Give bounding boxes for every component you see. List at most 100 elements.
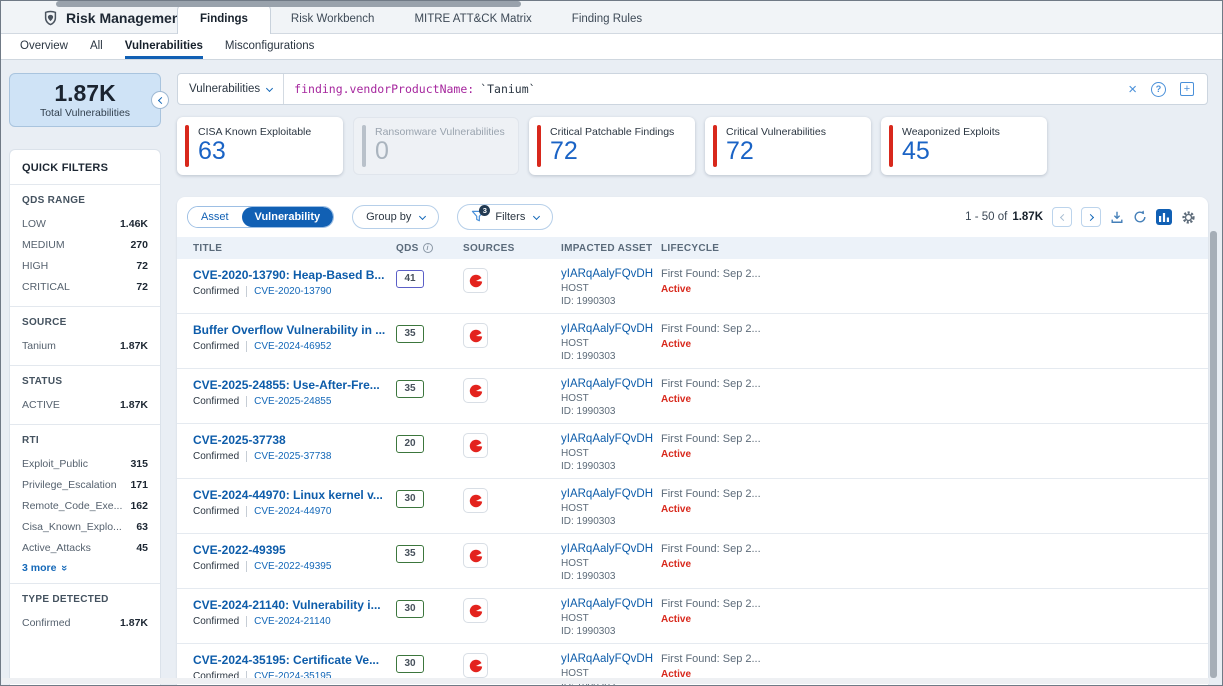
tanium-source-icon[interactable] — [463, 543, 488, 568]
column-header-title[interactable]: TITLE — [193, 243, 396, 254]
finding-title-link[interactable]: CVE-2020-13790: Heap-Based B... — [193, 268, 396, 282]
filter-item[interactable]: HIGH 72 — [22, 255, 148, 276]
cve-link[interactable]: CVE-2022-49395 — [254, 561, 331, 572]
tanium-source-icon[interactable] — [463, 268, 488, 293]
filter-item-label: Remote_Code_Exe... — [22, 500, 122, 512]
main-tab[interactable]: Findings — [177, 4, 271, 34]
table-row[interactable]: CVE-2020-13790: Heap-Based B... Confirme… — [177, 259, 1208, 314]
finding-title-link[interactable]: CVE-2024-21140: Vulnerability i... — [193, 598, 396, 612]
lifecycle-status-badge: Active — [661, 559, 1208, 570]
impacted-asset-link[interactable]: yIARqAalyFQvDH — [561, 378, 661, 390]
filter-item[interactable]: Cisa_Known_Explo... 63 — [22, 516, 148, 537]
column-header-lifecycle[interactable]: LIFECYCLE — [661, 243, 1208, 254]
impacted-asset-link[interactable]: yIARqAalyFQvDH — [561, 598, 661, 610]
filter-item[interactable]: ACTIVE 1.87K — [22, 394, 148, 415]
main-tab[interactable]: MITRE ATT&CK Matrix — [394, 5, 551, 33]
qds-info-icon[interactable]: i — [423, 243, 433, 253]
cve-link[interactable]: CVE-2024-46952 — [254, 341, 331, 352]
column-header-impacted-asset[interactable]: IMPACTED ASSET — [561, 243, 661, 254]
asset-type: HOST — [561, 668, 661, 679]
stat-card[interactable]: Weaponized Exploits 45 — [881, 117, 1047, 175]
impacted-asset-link[interactable]: yIARqAalyFQvDH — [561, 323, 661, 335]
stat-card[interactable]: Critical Vulnerabilities 72 — [705, 117, 871, 175]
vertical-scrollbar[interactable] — [1210, 231, 1217, 678]
view-toggle-option[interactable]: Asset — [188, 207, 242, 227]
cve-link[interactable]: CVE-2020-13790 — [254, 286, 331, 297]
filter-item[interactable]: Active_Attacks 45 — [22, 537, 148, 558]
filter-item[interactable]: Tanium 1.87K — [22, 335, 148, 356]
stat-card[interactable]: Ransomware Vulnerabilities 0 — [353, 117, 519, 175]
tanium-source-icon[interactable] — [463, 653, 488, 678]
total-vulnerabilities-card[interactable]: 1.87K Total Vulnerabilities — [9, 73, 161, 127]
main-tab[interactable]: Finding Rules — [552, 5, 662, 33]
column-header-qds[interactable]: QDS — [396, 243, 419, 254]
sidebar-collapse-button[interactable] — [151, 91, 169, 109]
main-tab[interactable]: Risk Workbench — [271, 5, 395, 33]
settings-gear-icon[interactable] — [1181, 210, 1196, 225]
finding-title-link[interactable]: CVE-2024-35195: Certificate Ve... — [193, 653, 396, 667]
column-header-sources[interactable]: SOURCES — [463, 243, 561, 254]
next-page-button[interactable] — [1081, 207, 1101, 227]
filters-button[interactable]: 3 Filters — [457, 204, 553, 230]
asset-id: ID: 1990303 — [561, 516, 661, 527]
asset-type: HOST — [561, 613, 661, 624]
finding-title-link[interactable]: CVE-2025-37738 — [193, 433, 396, 447]
impacted-asset-link[interactable]: yIARqAalyFQvDH — [561, 268, 661, 280]
qds-score-badge: 35 — [396, 380, 424, 398]
impacted-asset-link[interactable]: yIARqAalyFQvDH — [561, 433, 661, 445]
cve-link[interactable]: CVE-2025-24855 — [254, 396, 331, 407]
filter-item[interactable]: Confirmed 1.87K — [22, 612, 148, 633]
finding-title-link[interactable]: CVE-2022-49395 — [193, 543, 396, 557]
impacted-asset-link[interactable]: yIARqAalyFQvDH — [561, 543, 661, 555]
tanium-source-icon[interactable] — [463, 598, 488, 623]
view-toggle-option[interactable]: Vulnerability — [242, 207, 334, 227]
subnav-item[interactable]: All — [90, 34, 103, 59]
cve-link[interactable]: CVE-2024-21140 — [254, 616, 331, 627]
chart-view-icon[interactable] — [1156, 209, 1172, 225]
download-icon[interactable] — [1110, 210, 1124, 224]
help-icon[interactable]: ? — [1151, 82, 1166, 97]
finding-title-link[interactable]: Buffer Overflow Vulnerability in ... — [193, 323, 396, 337]
asset-id: ID: 1990303 — [561, 571, 661, 582]
filter-item[interactable]: CRITICAL 72 — [22, 276, 148, 297]
finding-title-link[interactable]: CVE-2024-44970: Linux kernel v... — [193, 488, 396, 502]
filter-item[interactable]: Exploit_Public 315 — [22, 453, 148, 474]
show-more-link[interactable]: 3 more» — [22, 562, 148, 574]
prev-page-button[interactable] — [1052, 207, 1072, 227]
impacted-asset-link[interactable]: yIARqAalyFQvDH — [561, 488, 661, 500]
filter-item[interactable]: LOW 1.46K — [22, 213, 148, 234]
stat-card[interactable]: CISA Known Exploitable 63 — [177, 117, 343, 175]
subnav-item[interactable]: Misconfigurations — [225, 34, 314, 59]
table-row[interactable]: CVE-2025-37738 Confirmed CVE-2025-37738 … — [177, 424, 1208, 479]
query-input[interactable]: finding.vendorProductName: `Tanium` — [284, 82, 1128, 96]
table-header: TITLE QDS i SOURCES IMPACTED ASSET LIFEC… — [177, 237, 1208, 259]
impacted-asset-link[interactable]: yIARqAalyFQvDH — [561, 653, 661, 665]
subnav-item[interactable]: Vulnerabilities — [125, 34, 203, 59]
filter-item[interactable]: Privilege_Escalation 171 — [22, 474, 148, 495]
cve-link[interactable]: CVE-2024-44970 — [254, 506, 331, 517]
asset-type: HOST — [561, 283, 661, 294]
tanium-source-icon[interactable] — [463, 433, 488, 458]
tanium-source-icon[interactable] — [463, 378, 488, 403]
stat-card[interactable]: Critical Patchable Findings 72 — [529, 117, 695, 175]
table-row[interactable]: CVE-2024-44970: Linux kernel v... Confir… — [177, 479, 1208, 534]
qds-score-badge: 20 — [396, 435, 424, 453]
finding-title-link[interactable]: CVE-2025-24855: Use-After-Fre... — [193, 378, 396, 392]
clear-query-icon[interactable]: × — [1128, 82, 1137, 97]
subnav-item[interactable]: Overview — [20, 34, 68, 59]
filter-item[interactable]: MEDIUM 270 — [22, 234, 148, 255]
search-scope-dropdown[interactable]: Vulnerabilities — [178, 74, 284, 104]
refresh-icon[interactable] — [1133, 210, 1147, 224]
table-row[interactable]: Buffer Overflow Vulnerability in ... Con… — [177, 314, 1208, 369]
table-row[interactable]: CVE-2025-24855: Use-After-Fre... Confirm… — [177, 369, 1208, 424]
first-found-date: First Found: Sep 2... — [661, 598, 1208, 610]
add-to-dashboard-icon[interactable]: + — [1180, 82, 1194, 96]
group-by-button[interactable]: Group by — [352, 205, 439, 229]
table-row[interactable]: CVE-2022-49395 Confirmed CVE-2022-49395 … — [177, 534, 1208, 589]
tanium-source-icon[interactable] — [463, 488, 488, 513]
horizontal-scrollbar[interactable] — [56, 1, 521, 7]
table-row[interactable]: CVE-2024-21140: Vulnerability i... Confi… — [177, 589, 1208, 644]
filter-item[interactable]: Remote_Code_Exe... 162 — [22, 495, 148, 516]
cve-link[interactable]: CVE-2025-37738 — [254, 451, 331, 462]
tanium-source-icon[interactable] — [463, 323, 488, 348]
